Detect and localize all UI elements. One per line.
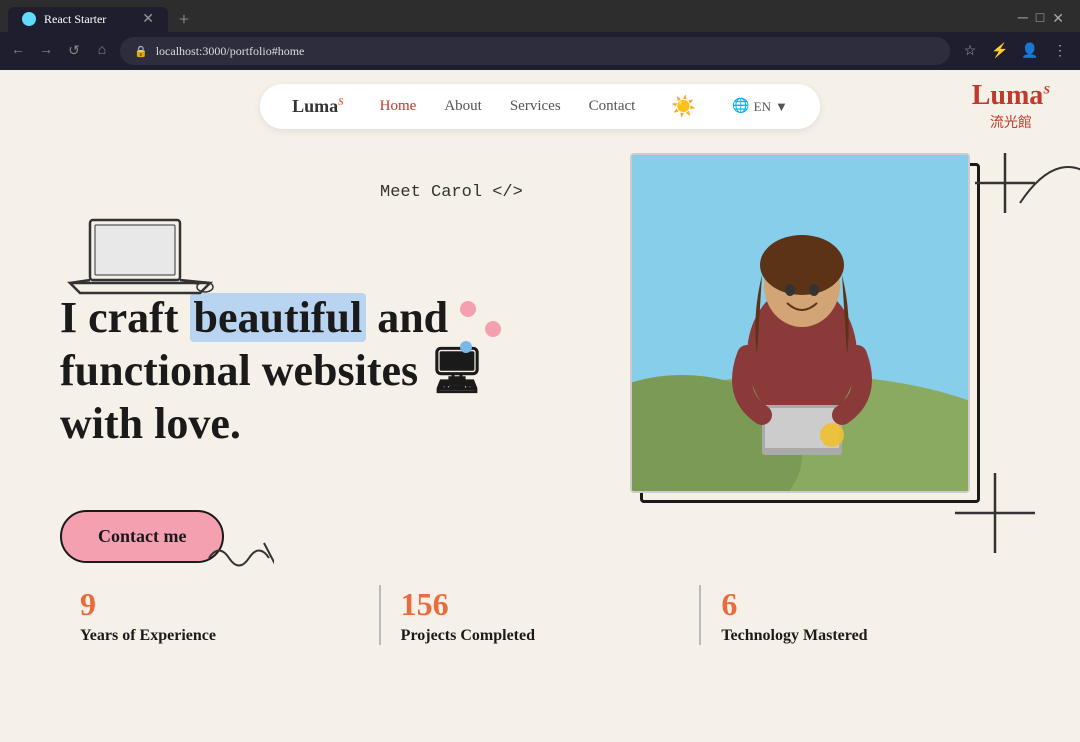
profile-photo-svg bbox=[632, 155, 970, 493]
page-content: LumaS Home About Services Contact ☀️ 🌐 E… bbox=[0, 70, 1080, 742]
stat-projects: 156 Projects Completed bbox=[401, 586, 680, 645]
address-bar[interactable]: 🔒 localhost:3000/portfolio#home bbox=[120, 37, 950, 65]
star-button[interactable]: ☆ bbox=[958, 39, 982, 63]
contact-button-wrapper: Contact me bbox=[60, 480, 224, 563]
tab-title: React Starter bbox=[44, 12, 106, 27]
meet-carol-text: Meet Carol </> bbox=[380, 183, 523, 202]
stat-experience-number: 9 bbox=[80, 586, 359, 623]
laptop-svg bbox=[60, 215, 220, 305]
nav-home[interactable]: Home bbox=[380, 98, 417, 115]
photo-frame bbox=[630, 153, 990, 513]
profile-photo bbox=[630, 153, 970, 493]
theme-toggle-icon[interactable]: ☀️ bbox=[671, 94, 696, 119]
forward-button[interactable]: → bbox=[36, 41, 56, 61]
browser-actions: ☆ ⚡ 👤 ⋮ bbox=[958, 39, 1072, 63]
cross-decoration-top bbox=[975, 153, 1035, 213]
nav-links: Home About Services Contact bbox=[380, 98, 636, 115]
nav-container: LumaS Home About Services Contact ☀️ 🌐 E… bbox=[260, 84, 820, 129]
luma-watermark: LumaS 流光館 bbox=[972, 80, 1050, 132]
right-content bbox=[630, 143, 1050, 513]
stat-divider-2 bbox=[699, 585, 701, 645]
close-window-button[interactable]: ✕ bbox=[1052, 11, 1064, 28]
stat-projects-label: Projects Completed bbox=[401, 627, 680, 645]
stat-tech-label: Technology Mastered bbox=[721, 627, 1000, 645]
stat-tech-number: 6 bbox=[721, 586, 1000, 623]
browser-tabs: React Starter ✕ + ─ □ ✕ bbox=[0, 0, 1080, 32]
laptop-illustration bbox=[60, 215, 220, 310]
minimize-button[interactable]: ─ bbox=[1018, 11, 1028, 27]
squiggle-decoration bbox=[204, 538, 274, 578]
lang-label: EN bbox=[754, 99, 771, 115]
stat-experience-label: Years of Experience bbox=[80, 627, 359, 645]
pink-dot-1 bbox=[460, 301, 476, 317]
stats-section: 9 Years of Experience 156 Projects Compl… bbox=[0, 569, 1080, 661]
tab-close-button[interactable]: ✕ bbox=[142, 11, 154, 28]
new-tab-button[interactable]: + bbox=[172, 7, 196, 31]
watermark-name: LumaS bbox=[972, 80, 1050, 112]
home-button[interactable]: ⌂ bbox=[92, 41, 112, 61]
nav-about[interactable]: About bbox=[444, 98, 482, 115]
nav-services[interactable]: Services bbox=[510, 98, 561, 115]
lang-dropdown-icon: ▼ bbox=[775, 99, 788, 115]
nav-contact[interactable]: Contact bbox=[589, 98, 636, 115]
navbar: LumaS Home About Services Contact ☀️ 🌐 E… bbox=[0, 70, 1080, 143]
back-button[interactable]: ← bbox=[8, 41, 28, 61]
language-selector[interactable]: 🌐 EN ▼ bbox=[732, 98, 788, 115]
stat-experience: 9 Years of Experience bbox=[80, 586, 359, 645]
stat-tech: 6 Technology Mastered bbox=[721, 586, 1000, 645]
contact-me-button[interactable]: Contact me bbox=[60, 510, 224, 563]
lock-icon: 🔒 bbox=[134, 45, 148, 58]
url-text: localhost:3000/portfolio#home bbox=[156, 44, 305, 59]
extensions-button[interactable]: ⚡ bbox=[988, 39, 1012, 63]
flag-icon: 🌐 bbox=[732, 98, 749, 115]
reload-button[interactable]: ↺ bbox=[64, 41, 84, 61]
browser-controls: ← → ↺ ⌂ 🔒 localhost:3000/portfolio#home … bbox=[0, 32, 1080, 70]
menu-button[interactable]: ⋮ bbox=[1048, 39, 1072, 63]
blue-dot bbox=[460, 341, 472, 353]
browser-chrome: React Starter ✕ + ─ □ ✕ ← → ↺ ⌂ 🔒 localh… bbox=[0, 0, 1080, 70]
profile-button[interactable]: 👤 bbox=[1018, 39, 1042, 63]
main-content: Meet Carol </> I craft beautiful and fun… bbox=[0, 143, 1080, 563]
stat-projects-number: 156 bbox=[401, 586, 680, 623]
maximize-button[interactable]: □ bbox=[1036, 11, 1044, 27]
active-tab[interactable]: React Starter ✕ bbox=[8, 7, 168, 32]
watermark-sub: 流光館 bbox=[972, 112, 1050, 132]
tab-favicon bbox=[22, 12, 36, 26]
pink-dot-2 bbox=[485, 321, 501, 337]
nav-logo: LumaS bbox=[292, 96, 344, 117]
stat-divider-1 bbox=[379, 585, 381, 645]
cross-decoration bbox=[955, 473, 1035, 553]
